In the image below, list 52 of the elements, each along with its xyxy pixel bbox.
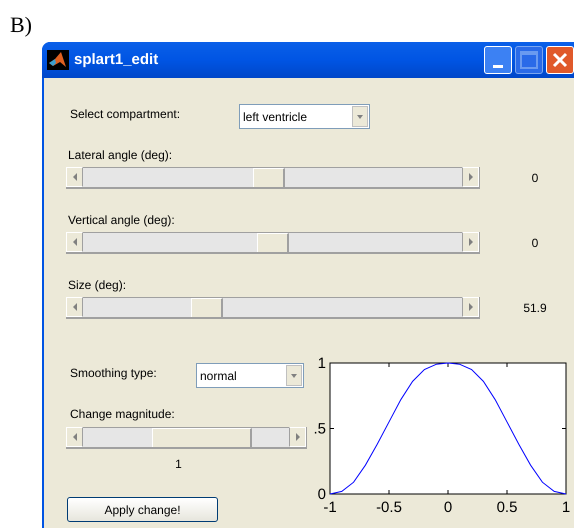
- left-arrow-icon: [72, 303, 78, 311]
- tick-label: 1: [562, 499, 570, 516]
- tick-label: 0.5: [496, 499, 518, 516]
- close-button[interactable]: [546, 46, 574, 74]
- minimize-button[interactable]: [484, 46, 512, 74]
- dropdown[interactable]: left ventricle: [239, 104, 370, 129]
- right-arrow-icon: [468, 303, 474, 311]
- window-title: splart1_edit: [74, 50, 160, 70]
- tick-label: -1: [323, 499, 337, 516]
- slider-thumb[interactable]: [256, 233, 288, 252]
- field-label: Smoothing type:: [69, 364, 158, 382]
- tick-label: 0: [444, 499, 452, 516]
- scroll-left-button[interactable]: [66, 167, 83, 187]
- scroll-right-button[interactable]: [462, 297, 479, 317]
- scroll-right-button[interactable]: [462, 232, 479, 252]
- close-icon: [552, 52, 568, 68]
- slider-label: Change magnitude:: [69, 406, 176, 422]
- right-arrow-icon: [468, 238, 474, 246]
- slider-value: 51.9: [522, 300, 548, 317]
- left-arrow-icon: [72, 238, 78, 246]
- slider-thumb[interactable]: [253, 168, 286, 187]
- left-arrow-icon: [72, 433, 78, 441]
- left-arrow-icon: [72, 173, 78, 181]
- maximize-button[interactable]: [515, 46, 543, 74]
- tick-label: .5: [313, 420, 326, 438]
- slider-value: 0: [530, 170, 540, 187]
- right-arrow-icon: [294, 433, 300, 441]
- scroll-left-button[interactable]: [66, 427, 83, 447]
- scroll-left-button[interactable]: [66, 232, 83, 252]
- scroll-right-button[interactable]: [289, 427, 306, 447]
- slider-value: 0: [530, 235, 540, 252]
- slider-value: 1: [175, 456, 182, 473]
- scroll-right-button[interactable]: [462, 167, 479, 187]
- app-icon: [47, 50, 69, 70]
- maximize-icon: [520, 51, 538, 69]
- slider-thumb[interactable]: [152, 428, 252, 447]
- tick-label: -0.5: [376, 499, 402, 516]
- right-arrow-icon: [468, 173, 474, 181]
- slider-label: Vertical angle (deg):: [67, 212, 176, 228]
- tick-label: 1: [318, 355, 326, 372]
- slider-thumb[interactable]: [190, 298, 223, 317]
- scroll-left-button[interactable]: [66, 297, 83, 317]
- down-arrow-icon: [357, 112, 363, 120]
- figure-label: B): [10, 12, 32, 37]
- tick-label: 0: [318, 486, 326, 503]
- down-arrow-icon: [291, 372, 297, 380]
- field-label: Select compartment:: [69, 106, 182, 122]
- apply-button[interactable]: Apply change!: [67, 497, 218, 522]
- dropdown[interactable]: normal: [196, 363, 304, 388]
- slider-label: Lateral angle (deg):: [67, 147, 174, 163]
- slider-label: Size (deg):: [67, 277, 128, 293]
- minimize-icon: [493, 65, 503, 68]
